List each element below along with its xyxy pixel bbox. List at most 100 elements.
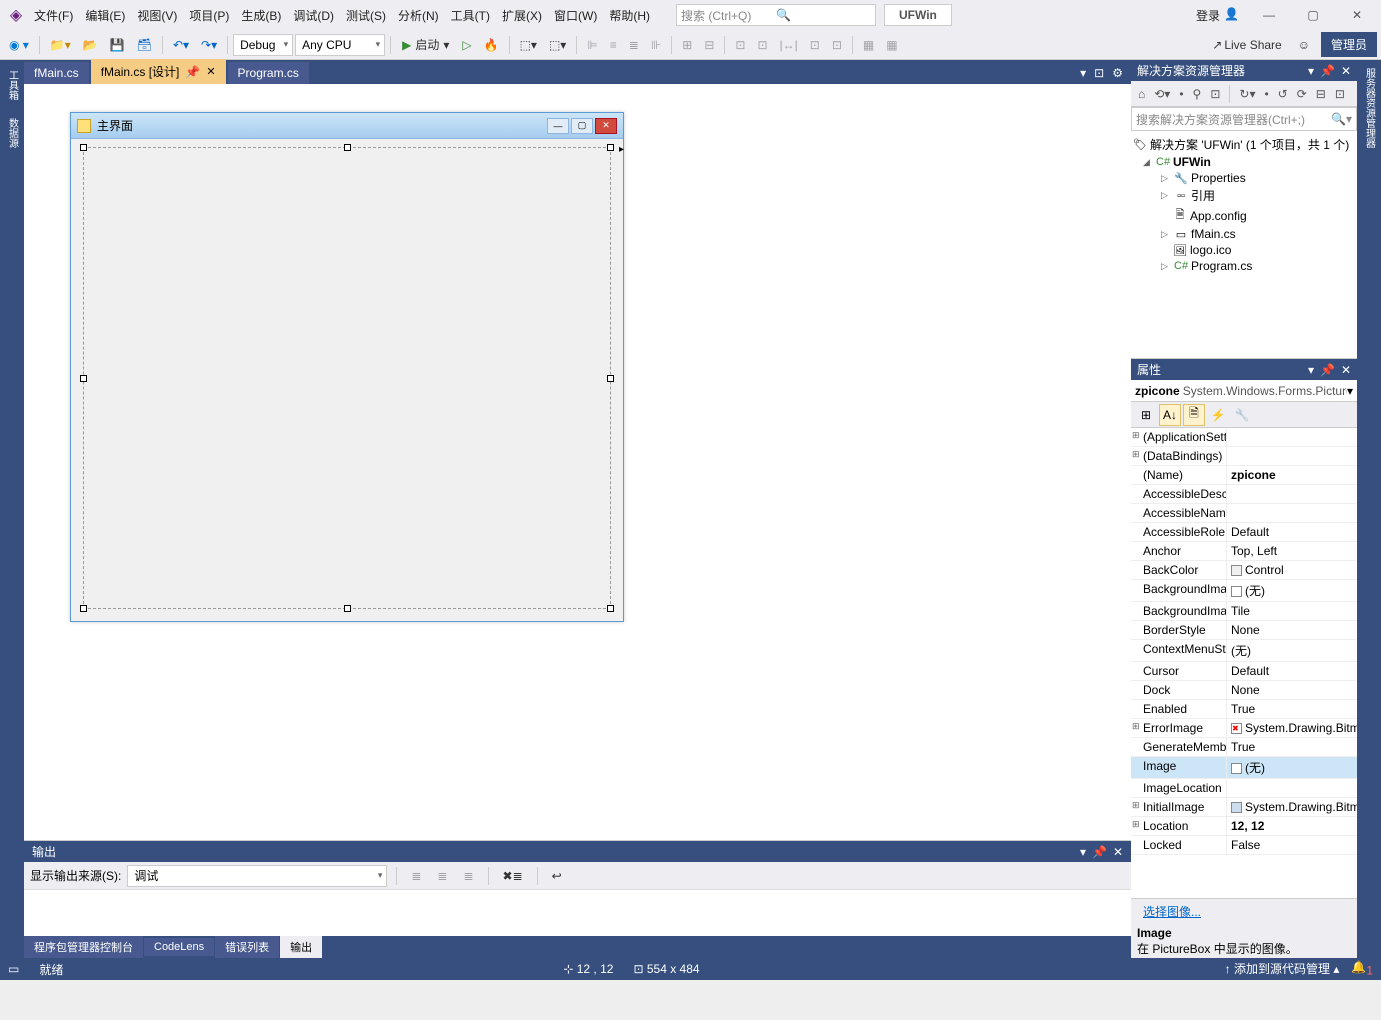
search-input[interactable]: 搜索 (Ctrl+Q)🔍: [676, 4, 876, 26]
tab-fmain-cs[interactable]: fMain.cs: [24, 62, 89, 84]
select-image-link[interactable]: 选择图像...: [1137, 905, 1207, 919]
nav-back-button[interactable]: ◉ ▾: [4, 35, 34, 55]
form-max-button[interactable]: ▢: [571, 118, 593, 134]
prop-row[interactable]: CursorDefault: [1131, 662, 1357, 681]
server-explorer-tab[interactable]: 服务器资源管理器: [1360, 60, 1379, 156]
tab-fullscreen-icon[interactable]: ⊡: [1094, 66, 1104, 80]
solution-tree[interactable]: 🏷解决方案 'UFWin' (1 个项目，共 1 个) ◢C#UFWin ▷🔧P…: [1131, 131, 1357, 359]
prop-row[interactable]: BackgroundImage(无): [1131, 580, 1357, 602]
sol-view-icon[interactable]: ⊡: [1207, 86, 1223, 102]
props-pin-icon[interactable]: 📌: [1320, 363, 1335, 377]
sp3-button[interactable]: |↔|: [775, 35, 803, 55]
sp2-button[interactable]: ⊡: [752, 35, 772, 55]
sol-pin-icon[interactable]: 📌: [1320, 64, 1335, 78]
sol-dropdown-icon[interactable]: ▾: [1308, 64, 1314, 78]
properties-grid[interactable]: (ApplicationSettings)(DataBindings)(Name…: [1131, 428, 1357, 898]
sol-tool1-icon[interactable]: ↻▾: [1236, 86, 1258, 102]
step2-button[interactable]: ⬚▾: [544, 35, 571, 55]
sol-tool2-icon[interactable]: ↺: [1275, 86, 1291, 102]
prop-row[interactable]: EnabledTrue: [1131, 700, 1357, 719]
menu-帮助(H)[interactable]: 帮助(H): [603, 3, 656, 28]
sp4-button[interactable]: ⊡: [805, 35, 825, 55]
feedback-button[interactable]: ☺: [1293, 35, 1315, 55]
menu-窗口(W)[interactable]: 窗口(W): [548, 3, 603, 28]
prop-row[interactable]: ErrorImage✖System.Drawing.Bitmap: [1131, 719, 1357, 738]
prop-cat-icon[interactable]: ⊞: [1135, 404, 1157, 426]
step-button[interactable]: ⬚▾: [515, 35, 542, 55]
datasource-tab[interactable]: 数据源: [3, 110, 22, 156]
menu-生成(B)[interactable]: 生成(B): [235, 3, 287, 28]
prop-row[interactable]: BackgroundImageLayoutTile: [1131, 602, 1357, 621]
props-close-icon[interactable]: ✕: [1341, 363, 1351, 377]
form-main[interactable]: 主界面 — ▢ ✕ ▸: [70, 112, 624, 622]
tab-fmain-design[interactable]: fMain.cs [设计]📌✕: [91, 59, 226, 84]
props-dropdown-icon[interactable]: ▾: [1308, 363, 1314, 377]
prop-row[interactable]: Location12, 12: [1131, 817, 1357, 836]
out-clear[interactable]: ✖≣: [498, 866, 528, 886]
prop-row[interactable]: AnchorTop, Left: [1131, 542, 1357, 561]
btab-output[interactable]: 输出: [280, 936, 322, 958]
picturebox-zpicone[interactable]: ▸: [83, 147, 611, 609]
out-btn3[interactable]: ≣: [458, 866, 478, 886]
redo-button[interactable]: ↷▾: [196, 35, 222, 55]
tab-dropdown-icon[interactable]: ▾: [1080, 66, 1086, 80]
output-close-icon[interactable]: ✕: [1113, 845, 1123, 859]
out-btn1[interactable]: ≣: [406, 866, 426, 886]
menu-分析(N)[interactable]: 分析(N): [392, 3, 445, 28]
source-control-button[interactable]: ↑ 添加到源代码管理 ▴: [1225, 960, 1340, 977]
platform-combo[interactable]: Any CPU: [295, 34, 385, 56]
save-button[interactable]: 💾: [105, 35, 130, 55]
menu-工具(T)[interactable]: 工具(T): [445, 3, 496, 28]
prop-row[interactable]: AccessibleName: [1131, 504, 1357, 523]
prop-events-icon[interactable]: ⚡: [1207, 404, 1229, 426]
sol-sync-icon[interactable]: ⚲: [1190, 86, 1205, 102]
menu-测试(S)[interactable]: 测试(S): [340, 3, 392, 28]
config-combo[interactable]: Debug: [233, 34, 293, 56]
prop-row[interactable]: ContextMenuStrip(无): [1131, 640, 1357, 662]
prop-props-icon[interactable]: 🗎: [1183, 404, 1205, 426]
sp5-button[interactable]: ⊡: [827, 35, 847, 55]
align2-button[interactable]: ≣: [624, 35, 644, 55]
close-tab-icon[interactable]: ✕: [206, 65, 215, 78]
order-button[interactable]: ⊞: [677, 35, 697, 55]
order2-button[interactable]: ⊟: [699, 35, 719, 55]
btab-pkg[interactable]: 程序包管理器控制台: [24, 936, 143, 958]
output-src-combo[interactable]: 调试: [127, 865, 387, 887]
prop-row[interactable]: (ApplicationSettings): [1131, 428, 1357, 447]
sol-collapse-icon[interactable]: ⊟: [1313, 86, 1329, 102]
hot-reload-button[interactable]: 🔥: [479, 35, 504, 55]
menu-调试(D)[interactable]: 调试(D): [287, 3, 340, 28]
menu-项目(P)[interactable]: 项目(P): [183, 3, 235, 28]
open-button[interactable]: 📂: [78, 35, 103, 55]
prop-row[interactable]: DockNone: [1131, 681, 1357, 700]
form-min-button[interactable]: —: [547, 118, 569, 134]
close-button[interactable]: ✕: [1337, 2, 1377, 28]
designer-surface[interactable]: 主界面 — ▢ ✕ ▸: [24, 84, 1131, 840]
out-wrap[interactable]: ↩: [547, 866, 567, 886]
prop-row[interactable]: BorderStyleNone: [1131, 621, 1357, 640]
new-item-button[interactable]: 📁▾: [45, 35, 76, 55]
output-dropdown-icon[interactable]: ▾: [1080, 845, 1086, 859]
pin-icon[interactable]: 📌: [185, 65, 200, 79]
start-button[interactable]: ▶启动 ▾: [396, 34, 455, 55]
prop-row[interactable]: LockedFalse: [1131, 836, 1357, 855]
maximize-button[interactable]: ▢: [1293, 2, 1333, 28]
sol-home-icon[interactable]: ⌂: [1135, 86, 1148, 102]
smarttag-icon[interactable]: ▸: [619, 144, 624, 155]
output-body[interactable]: [24, 890, 1131, 936]
layer2-button[interactable]: ▦: [881, 35, 902, 55]
prop-row[interactable]: ImageLocation: [1131, 779, 1357, 798]
prop-row[interactable]: (Name)zpicone: [1131, 466, 1357, 485]
sp1-button[interactable]: ⊡: [730, 35, 750, 55]
login-button[interactable]: 登录 👤: [1190, 3, 1245, 28]
save-all-button[interactable]: 🗃: [132, 35, 157, 55]
prop-az-icon[interactable]: A↓: [1159, 404, 1181, 426]
out-btn2[interactable]: ≣: [432, 866, 452, 886]
start-wo-debug-button[interactable]: ▷: [457, 35, 476, 55]
btab-errors[interactable]: 错误列表: [215, 936, 279, 958]
layer1-button[interactable]: ▦: [858, 35, 879, 55]
prop-row[interactable]: GenerateMemberTrue: [1131, 738, 1357, 757]
undo-button[interactable]: ↶▾: [168, 35, 194, 55]
prop-row[interactable]: AccessibleDescription: [1131, 485, 1357, 504]
sol-refresh-icon[interactable]: ⟳: [1294, 86, 1310, 102]
